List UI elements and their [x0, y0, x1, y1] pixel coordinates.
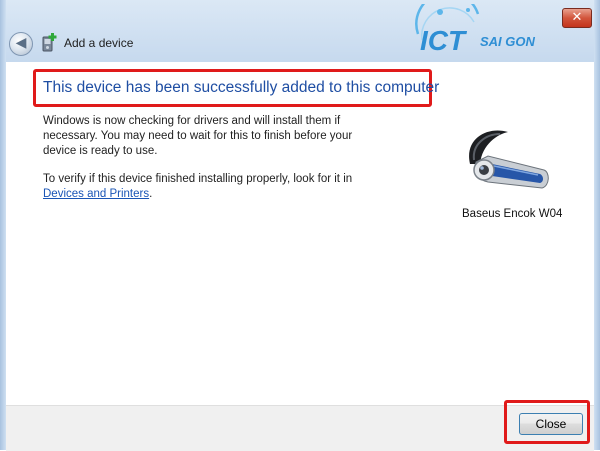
ict-saigon-logo: ICT SAI GON	[415, 4, 536, 56]
close-button[interactable]: Close	[519, 413, 583, 435]
back-button[interactable]: ◀	[9, 32, 33, 56]
success-heading: This device has been successfully added …	[43, 79, 440, 96]
svg-text:ICT: ICT	[420, 25, 468, 56]
frame-right-border	[594, 0, 600, 450]
devices-and-printers-link[interactable]: Devices and Printers	[43, 188, 149, 200]
bluetooth-headset-icon	[469, 130, 549, 189]
svg-text:SAI GON: SAI GON	[480, 34, 536, 49]
verify-info-prefix: To verify if this device finished instal…	[43, 173, 353, 185]
window-title: Add a device	[64, 36, 134, 50]
device-name: Baseus Encok W04	[462, 208, 563, 220]
window-close-button[interactable]: ✕	[562, 8, 592, 28]
verify-info-text: To verify if this device finished instal…	[43, 172, 363, 202]
add-device-icon	[42, 33, 57, 52]
verify-info-suffix: .	[149, 188, 153, 200]
driver-info-text: Windows is now checking for drivers and …	[43, 115, 353, 157]
